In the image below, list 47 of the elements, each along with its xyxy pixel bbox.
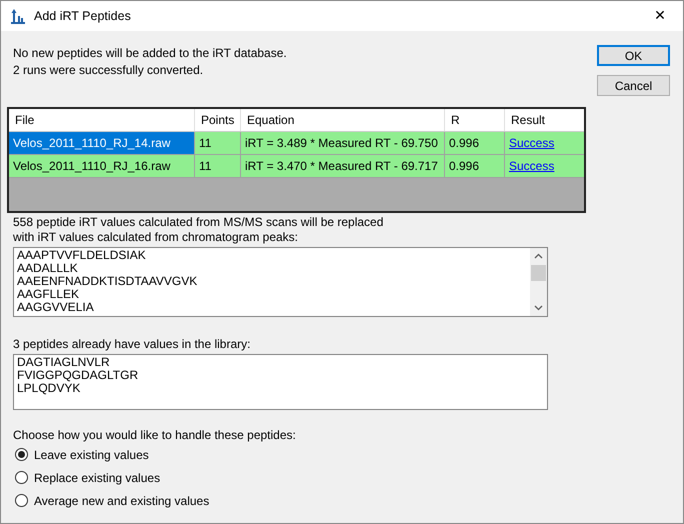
cancel-button[interactable]: Cancel [597,75,670,96]
radio-option[interactable]: Leave existing values [15,443,586,466]
column-header[interactable]: R [445,109,505,131]
scroll-up-icon[interactable] [534,253,543,259]
list-item[interactable]: DAGTIAGLNVLR [17,356,544,369]
existing-label: 3 peptides already have values in the library: [12,337,252,352]
status-message: No new peptides will be added to the iRT database. [13,45,288,62]
status-message: 2 runs were successfully converted. [13,62,204,79]
choice-label: Choose how you would like to handle these peptides: [12,428,297,443]
column-header[interactable]: Points [195,109,241,131]
list-item[interactable]: FVIGGPQGDAGLTGR [17,369,544,382]
radio-button[interactable] [15,448,28,461]
radio-option[interactable]: Average new and existing values [15,489,586,512]
close-button[interactable]: ✕ [637,1,683,31]
table-row[interactable]: Velos_2011_1110_RJ_16.raw 11 iRT = 3.470 * Measured RT - 69.717 0.996 Success [9,155,584,178]
table-cell: 0.996 [445,155,505,177]
list-item[interactable]: AAGGVVELIA [17,301,527,314]
scroll-thumb[interactable] [531,265,546,281]
table-cell: iRT = 3.489 * Measured RT - 69.750 [241,132,445,154]
window-title: Add iRT Peptides [34,9,132,23]
app-icon [10,8,26,24]
table-cell: Velos_2011_1110_RJ_14.raw [9,132,195,154]
table-cell: Velos_2011_1110_RJ_16.raw [9,155,195,177]
column-header[interactable]: Equation [241,109,445,131]
table-cell: 11 [195,132,241,154]
list-item[interactable]: LPLQDVYK [17,382,544,395]
column-header[interactable]: Result [505,109,584,131]
table-row[interactable]: Velos_2011_1110_RJ_14.raw 11 iRT = 3.489 * Measured RT - 69.750 0.996 Success [9,132,584,155]
list-item[interactable]: AAAPTVVFLDELDSIAK [17,249,527,262]
replaced-label: 558 peptide iRT values calculated from MS/MS scans will be replaced with iRT values calculated from chromatogram peaks: [12,215,384,245]
list-item[interactable]: AADALLLK [17,262,527,275]
radio-option[interactable]: Replace existing values [15,466,586,489]
list-item[interactable]: AAGFLLEK [17,288,527,301]
existing-peptide-list[interactable]: DAGTIAGLNVLR FVIGGPQGDAGLTGR LPLQDVYK [13,354,548,410]
peptide-list[interactable]: AAAPTVVFLDELDSIAK AADALLLK AAEENFNADDKTISDTAAVVGVK AAGFLLEK AAGGVVELIA [13,247,548,317]
table-cell: iRT = 3.470 * Measured RT - 69.717 [241,155,445,177]
table-cell: 11 [195,155,241,177]
ok-button[interactable]: OK [597,45,670,66]
radio-button[interactable] [15,471,28,484]
success-link[interactable]: Success [509,136,554,150]
scrollbar[interactable] [530,248,547,316]
scroll-down-icon[interactable] [534,305,543,311]
list-item[interactable]: AAEENFNADDKTISDTAAVVGVK [17,275,527,288]
table-cell: 0.996 [445,132,505,154]
column-header[interactable]: File [9,109,195,131]
success-link[interactable]: Success [509,159,554,173]
radio-button[interactable] [15,494,28,507]
